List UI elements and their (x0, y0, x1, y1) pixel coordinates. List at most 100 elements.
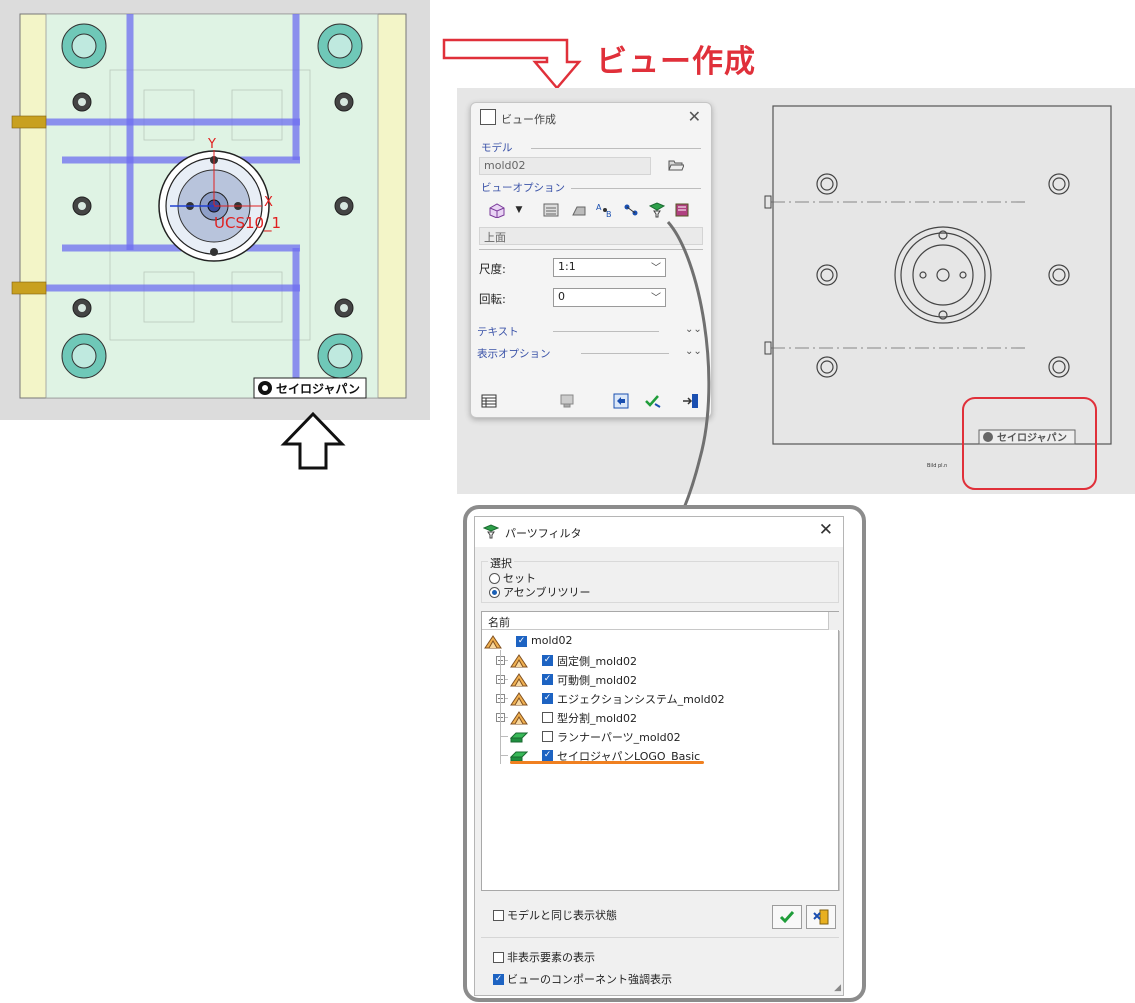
apply-icon[interactable] (611, 391, 631, 411)
view-options-label: ビューオプション (481, 182, 565, 194)
radio-assembly-tree[interactable]: アセンブリツリー (489, 584, 590, 600)
tree-checkbox[interactable] (542, 655, 553, 666)
tree-checkbox[interactable] (542, 731, 553, 742)
tree-checkbox[interactable] (542, 693, 553, 704)
resize-grip-icon[interactable]: ◢ (834, 983, 841, 993)
close-icon[interactable]: ✕ (819, 520, 833, 540)
tree-connector-line (500, 736, 508, 737)
highlight-underline (510, 761, 704, 764)
callout-title: ビュー作成 (596, 44, 756, 80)
svg-text:B: B (606, 210, 612, 218)
tree-row[interactable]: +可動側_mold02 (482, 670, 822, 689)
column-header-name[interactable]: 名前 (482, 612, 838, 630)
checkbox-same-display[interactable] (493, 909, 504, 921)
option-show-hidden[interactable]: 非表示要素の表示 (493, 949, 595, 965)
view-creation-icon (480, 109, 496, 125)
explode-view-icon[interactable] (621, 200, 641, 220)
view-style-icon[interactable] (673, 200, 693, 220)
tree-checkbox[interactable] (542, 674, 553, 685)
tree-row[interactable]: +型分割_mold02 (482, 708, 822, 727)
checkbox-show-hidden[interactable] (493, 951, 504, 963)
mold-model-render: Y X UCS10_1 セイロジャパン (11, 13, 407, 399)
connector-arrow-icon (662, 221, 711, 543)
tree-row-label: 可動側_mold02 (557, 674, 637, 687)
scale-select[interactable]: 1:1 ﹀ (553, 258, 666, 277)
assembly-icon (510, 692, 528, 706)
dimension-ab-icon[interactable]: AB (595, 200, 615, 220)
scale-value: 1:1 (558, 260, 576, 273)
drawing-logo-text: セイロジャパン (997, 432, 1067, 444)
tree-connector-line (500, 755, 508, 756)
tree-row-label: 型分割_mold02 (557, 712, 637, 725)
title-bar: パーツフィルタ ✕ (475, 517, 843, 547)
dialog-title: パーツフィルタ (505, 527, 582, 540)
divider (571, 188, 701, 189)
assembly-tree[interactable]: 名前 mold02 +固定側_mold02+可動側_mold02+エジェクションシ… (481, 611, 840, 891)
cancel-button[interactable] (806, 905, 836, 929)
rotation-label: 回転: (479, 292, 506, 306)
check-icon (779, 911, 795, 924)
part-icon (510, 732, 528, 743)
parts-filter-dialog: パーツフィルタ ✕ 選択 セット アセンブリツリー 名前 mold02+固定側_… (474, 516, 844, 996)
cad-logo-text: セイロジャパン (276, 382, 360, 396)
assembly-icon (510, 673, 528, 687)
option-highlight-label: ビューのコンポーネント強調表示 (507, 973, 672, 986)
properties-table-icon[interactable] (479, 391, 499, 411)
orientation-cube-icon[interactable] (487, 200, 507, 220)
tree-checkbox[interactable] (542, 750, 553, 761)
tree-row-label: ランナーパーツ_mold02 (557, 731, 681, 744)
tree-row[interactable]: +固定側_mold02 (482, 651, 822, 670)
tree-checkbox[interactable] (516, 636, 527, 647)
assembly-icon (484, 635, 502, 649)
close-icon[interactable]: ✕ (688, 107, 701, 126)
model-field[interactable]: mold02 (479, 157, 651, 175)
divider (553, 331, 659, 332)
option-show-hidden-label: 非表示要素の表示 (507, 951, 595, 964)
view-panel-title: ビュー作成 (501, 113, 556, 126)
rotation-select[interactable]: 0 ﹀ (553, 288, 666, 307)
selection-label: 選択 (488, 555, 514, 571)
assembly-icon (510, 654, 528, 668)
option-highlight[interactable]: ビューのコンポーネント強調表示 (493, 971, 672, 987)
option-same-display-label: モデルと同じ表示状態 (507, 909, 617, 922)
tree-row-label: エジェクションシステム_mold02 (557, 693, 725, 706)
ok-button[interactable] (772, 905, 802, 929)
cad-viewport[interactable]: Y X UCS10_1 セイロジャパン (0, 0, 430, 420)
radio-assembly-tree-label: アセンブリツリー (503, 586, 591, 599)
divider (581, 353, 669, 354)
checkbox-highlight[interactable] (493, 973, 504, 985)
parts-filter-icon (482, 524, 500, 543)
open-folder-icon[interactable] (666, 155, 686, 175)
preview-icon[interactable] (557, 391, 577, 411)
cancel-exit-icon (813, 909, 829, 925)
tree-scroll-edge (839, 631, 840, 891)
tree-row[interactable]: +エジェクションシステム_mold02 (482, 689, 822, 708)
tree-row-label: mold02 (531, 634, 573, 647)
assembly-icon (510, 711, 528, 725)
header-filler (828, 612, 840, 630)
rotation-value: 0 (558, 290, 565, 303)
option-same-display[interactable]: モデルと同じ表示状態 (493, 907, 617, 923)
tree-row[interactable]: ランナーパーツ_mold02 (482, 727, 822, 746)
svg-text:A: A (596, 203, 602, 212)
view-list-icon[interactable] (541, 200, 561, 220)
tree-vertical-line (500, 650, 501, 764)
red-callout-arrow-icon (442, 38, 582, 90)
tree-row[interactable]: mold02 (482, 632, 822, 651)
tree-checkbox[interactable] (542, 712, 553, 723)
parts-filter-icon[interactable] (647, 200, 667, 220)
text-section-label[interactable]: テキスト (477, 324, 519, 339)
tree-row-label: 固定側_mold02 (557, 655, 637, 668)
cad-axis-x-label: X (264, 195, 273, 210)
divider (531, 148, 701, 149)
up-arrow-icon (280, 411, 346, 470)
cad-axis-y-label: Y (207, 137, 216, 152)
model-section-label: モデル (481, 142, 513, 154)
scale-label: 尺度: (479, 262, 506, 276)
drawing-small-label: Bild pl.n (927, 463, 947, 469)
section-view-icon[interactable] (569, 200, 589, 220)
divider (481, 937, 839, 938)
cad-ucs-label: UCS10_1 (214, 214, 281, 233)
chevron-down-icon[interactable]: ▼ (513, 200, 525, 220)
display-options-label[interactable]: 表示オプション (477, 346, 551, 361)
